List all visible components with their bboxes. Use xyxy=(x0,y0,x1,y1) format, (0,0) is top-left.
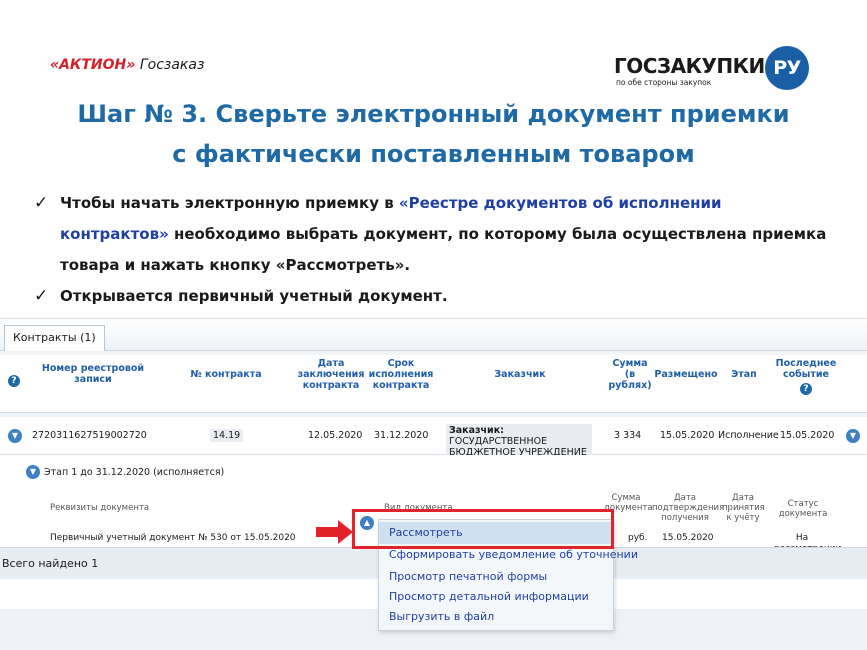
col-exec-term[interactable]: Срок исполнения контракта xyxy=(368,358,434,391)
row-placed: 15.05.2020 xyxy=(660,430,715,441)
red-arrow-icon xyxy=(316,520,353,544)
stage-expand-icon[interactable]: ▼ xyxy=(26,465,40,479)
contracts-grid-header: ? Номер реестровой записи № контракта Да… xyxy=(0,355,867,413)
col-placed[interactable]: Размещено xyxy=(654,369,718,380)
row-stage: Исполнение xyxy=(718,430,779,441)
registry-screenshot: Контракты (1) ? Номер реестровой записи … xyxy=(0,318,867,650)
row-sum: 3 334 xyxy=(614,430,642,441)
doc-date: 15.05.2020 xyxy=(662,533,714,543)
bullet-2: ✓ Открывается первичный учетный документ… xyxy=(34,281,834,312)
bullet-1-text-a: Чтобы начать электронную приемку в xyxy=(60,194,399,212)
row-last-event: 15.05.2020 xyxy=(780,430,835,441)
doc-col-requisites: Реквизиты документа xyxy=(50,503,150,513)
bullet-1-text-b: необходимо выбрать документ, по которому… xyxy=(60,225,827,274)
col-sum[interactable]: Сумма (в рублях) xyxy=(608,358,652,391)
slide-title: Шаг № 3. Сверьте электронный документ пр… xyxy=(0,94,867,174)
checkmark-icon: ✓ xyxy=(34,193,49,213)
tab-bar: Контракты (1) xyxy=(0,319,867,351)
row-customer: Заказчик: ГОСУДАРСТВЕННОЕ БЮДЖЕТНОЕ УЧРЕ… xyxy=(446,424,592,459)
goszakupki-tagline: по обе стороны закупок xyxy=(616,78,712,87)
slide-title-line2: с фактически поставленным товаром xyxy=(172,140,695,168)
goszakupki-ru-circle: РУ xyxy=(765,46,809,90)
col-customer[interactable]: Заказчик xyxy=(470,369,570,380)
row-reg-num[interactable]: 2720311627519002720 xyxy=(32,430,147,441)
slide-title-line1: Шаг № 3. Сверьте электронный документ пр… xyxy=(77,100,790,128)
total-found: Всего найдено 1 xyxy=(2,557,99,570)
stage-label: Этап 1 до 31.12.2020 (исполняется) xyxy=(44,467,225,478)
col-conclusion-date[interactable]: Дата заключения контракта xyxy=(296,358,366,391)
goszakupki-word: ГОСЗАКУПКИ xyxy=(614,54,765,78)
bullet-list: ✓ Чтобы начать электронную приемку в «Ре… xyxy=(34,188,834,312)
doc-requisites: Первичный учетный документ № 530 от 15.0… xyxy=(50,533,296,543)
help-icon[interactable]: ? xyxy=(8,375,20,387)
menu-item-details[interactable]: Просмотр детальной информации xyxy=(389,590,589,603)
col-reg-num[interactable]: Номер реестровой записи xyxy=(38,363,148,385)
menu-item-export[interactable]: Выгрузить в файл xyxy=(389,610,494,623)
row-customer-label: Заказчик: xyxy=(449,425,504,436)
last-event-help-icon[interactable]: ? xyxy=(800,383,812,395)
doc-col-status: Статус документа xyxy=(778,499,828,519)
row-menu-chevron-icon[interactable]: ▼ xyxy=(846,429,860,443)
doc-currency: руб. xyxy=(628,533,648,543)
col-stage[interactable]: Этап xyxy=(724,369,764,380)
expand-chevron-icon[interactable]: ▼ xyxy=(8,429,22,443)
contract-row[interactable]: ▼ 2720311627519002720 14.19 12.05.2020 3… xyxy=(0,417,867,459)
aktion-brand: «АКТИОН» xyxy=(50,57,136,73)
aktion-goszakaz-logo: «АКТИОН» Госзаказ xyxy=(50,57,204,73)
menu-item-print-form[interactable]: Просмотр печатной формы xyxy=(389,570,547,583)
row-conclusion-date: 12.05.2020 xyxy=(308,430,363,441)
menu-item-clarification[interactable]: Сформировать уведомление об уточнении xyxy=(389,548,638,561)
col-contract-num[interactable]: № контракта xyxy=(186,369,266,380)
tab-contracts[interactable]: Контракты (1) xyxy=(4,325,105,351)
row-contract-num: 14.19 xyxy=(210,429,244,442)
doc-col-accept-date: Дата принятия к учёту xyxy=(722,493,765,523)
col-last-event[interactable]: Последнее событие xyxy=(772,358,840,380)
row-exec-term: 31.12.2020 xyxy=(374,430,429,441)
doc-col-confirm-date: Дата подтверждения получения xyxy=(652,493,725,523)
bullet-2-text: Открывается первичный учетный документ. xyxy=(60,287,448,305)
bullet-1: ✓ Чтобы начать электронную приемку в «Ре… xyxy=(34,188,834,281)
checkmark-icon: ✓ xyxy=(34,286,49,306)
goszakaz-product: Госзаказ xyxy=(139,57,205,73)
highlight-frame xyxy=(352,509,614,549)
